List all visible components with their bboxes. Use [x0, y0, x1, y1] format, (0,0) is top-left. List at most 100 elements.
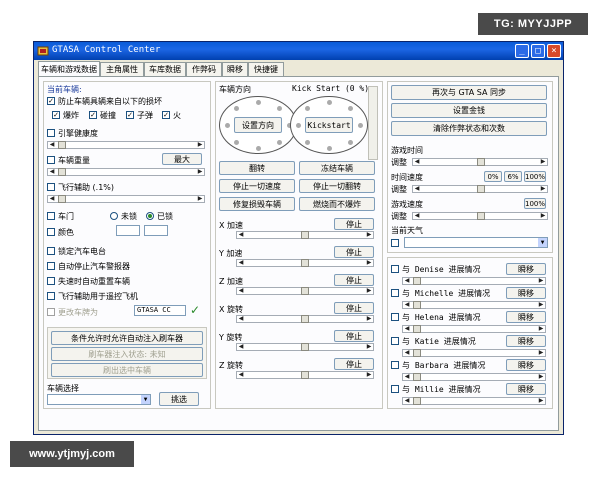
color-input-2[interactable] — [144, 225, 168, 236]
change-plate-checkbox[interactable] — [47, 308, 55, 316]
girlfriend-teleport-button-5[interactable]: 瞬移 — [506, 359, 546, 371]
close-button[interactable]: × — [547, 44, 561, 58]
tab-teleport[interactable]: 瞬移 — [222, 62, 248, 76]
flight-assist-remote-checkbox[interactable] — [47, 292, 55, 300]
color-checkbox[interactable] — [47, 228, 55, 236]
weather-dropdown[interactable]: ▼ — [404, 237, 548, 248]
time-speed-0-button[interactable]: 0% — [484, 171, 502, 182]
locked-radio[interactable] — [146, 212, 154, 220]
girlfriend-checkbox-4[interactable] — [391, 337, 399, 345]
kickstart-wheel[interactable]: Kickstart — [290, 96, 368, 154]
vehicle-weight-checkbox[interactable] — [47, 156, 55, 164]
fire-label: 火 — [173, 111, 181, 120]
collision-checkbox[interactable]: ✓ — [89, 111, 97, 119]
spawn-selected-button[interactable]: 刷出选中车辆 — [51, 363, 203, 377]
auto-stop-alarm-checkbox[interactable] — [47, 262, 55, 270]
x-accel-stop-button[interactable]: 停止 — [334, 218, 374, 230]
girlfriend-slider-1[interactable]: ◀ ▶ — [402, 277, 546, 285]
game-speed-adjust-label: 调整 — [391, 212, 407, 221]
direction-wheel[interactable]: 设置方向 — [219, 96, 297, 154]
game-speed-slider[interactable]: ◀ ▶ — [412, 212, 548, 220]
kickstart-button[interactable]: Kickstart — [305, 117, 353, 133]
girlfriend-checkbox-5[interactable] — [391, 361, 399, 369]
game-time-slider[interactable]: ◀ ▶ — [412, 158, 548, 166]
color-input-1[interactable] — [116, 225, 140, 236]
lock-radio-checkbox[interactable] — [47, 247, 55, 255]
time-speed-6-button[interactable]: 6% — [504, 171, 522, 182]
engine-health-slider[interactable]: ◀ ▶ — [47, 141, 205, 149]
watermark-top: TG: MYYJJPP — [478, 13, 588, 35]
clear-cheat-button[interactable]: 清除作弊状态和次数 — [391, 121, 547, 136]
maximize-button[interactable]: □ — [531, 44, 545, 58]
girlfriend-checkbox-1[interactable] — [391, 265, 399, 273]
sync-button[interactable]: 再次与 GTA SA 同步 — [391, 85, 547, 100]
fire-checkbox[interactable]: ✓ — [162, 111, 170, 119]
tab-cheats[interactable]: 作弊码 — [186, 62, 222, 76]
vehicle-weight-slider[interactable]: ◀ ▶ — [47, 168, 205, 176]
vehicle-group: 当前车辆: ✓ 防止车辆具辆来自以下的损坏 ✓ 爆炸 ✓ 碰撞 ✓ 子弹 ✓ 火… — [43, 81, 211, 409]
tab-hotkeys[interactable]: 快捷键 — [248, 62, 284, 76]
bullet-label: 子弹 — [137, 111, 153, 120]
tab-player[interactable]: 主角属性 — [100, 62, 144, 76]
vehicle-select-label: 车辆选择 — [47, 384, 79, 393]
girlfriend-slider-3[interactable]: ◀ ▶ — [402, 325, 546, 333]
girlfriend-checkbox-3[interactable] — [391, 313, 399, 321]
flight-assist-checkbox[interactable] — [47, 183, 55, 191]
stop-all-rotation-button[interactable]: 停止一切翻转 — [299, 179, 375, 193]
girlfriend-slider-4[interactable]: ◀ ▶ — [402, 349, 546, 357]
auto-inject-button[interactable]: 条件允许时允许自动注入刷车器 — [51, 331, 203, 345]
flip-button[interactable]: 翻转 — [219, 161, 295, 175]
injector-status: 刷车器注入状态: 未知 — [51, 347, 203, 361]
pick-button[interactable]: 挑选 — [159, 392, 199, 406]
explosion-checkbox[interactable]: ✓ — [52, 111, 60, 119]
set-direction-button[interactable]: 设置方向 — [234, 117, 282, 133]
girlfriend-teleport-button-1[interactable]: 瞬移 — [506, 263, 546, 275]
checkmark-icon[interactable]: ✓ — [190, 303, 204, 317]
y-rotate-slider[interactable]: ◀ ▶ — [236, 343, 374, 351]
set-money-button[interactable]: 设置金钱 — [391, 103, 547, 118]
max-weight-button[interactable]: 最大 — [162, 153, 202, 165]
plate-input[interactable]: GTASA CC — [134, 305, 186, 316]
x-rotate-slider[interactable]: ◀ ▶ — [236, 315, 374, 323]
time-speed-slider[interactable]: ◀ ▶ — [412, 185, 548, 193]
game-speed-100-button[interactable]: 100% — [524, 198, 546, 209]
title-bar[interactable]: GTASA Control Center _ □ × — [34, 42, 563, 60]
minimize-button[interactable]: _ — [515, 44, 529, 58]
freeze-vehicle-button[interactable]: 冻结车辆 — [299, 161, 375, 175]
y-accel-slider[interactable]: ◀ ▶ — [236, 259, 374, 267]
y-accel-stop-button[interactable]: 停止 — [334, 246, 374, 258]
girlfriend-teleport-button-6[interactable]: 瞬移 — [506, 383, 546, 395]
girlfriend-teleport-button-4[interactable]: 瞬移 — [506, 335, 546, 347]
girlfriend-checkbox-6[interactable] — [391, 385, 399, 393]
stop-all-speed-button[interactable]: 停止一切速度 — [219, 179, 295, 193]
girlfriend-checkbox-2[interactable] — [391, 289, 399, 297]
time-speed-100-button[interactable]: 100% — [524, 171, 546, 182]
z-rotate-stop-button[interactable]: 停止 — [334, 358, 374, 370]
prevent-damage-checkbox[interactable]: ✓ — [47, 97, 55, 105]
kick-start-scrollbar[interactable] — [368, 86, 378, 160]
y-rotate-stop-button[interactable]: 停止 — [334, 330, 374, 342]
z-accel-slider[interactable]: ◀ ▶ — [236, 287, 374, 295]
vehicle-weight-label: 车辆重量 — [58, 156, 90, 165]
vehicle-select-dropdown[interactable]: ▼ — [47, 394, 151, 405]
tab-vehicle-game[interactable]: 车辆和游戏数据 — [38, 61, 100, 77]
x-rotate-stop-button[interactable]: 停止 — [334, 302, 374, 314]
girlfriend-slider-2[interactable]: ◀ ▶ — [402, 301, 546, 309]
girlfriend-teleport-button-3[interactable]: 瞬移 — [506, 311, 546, 323]
x-accel-slider[interactable]: ◀ ▶ — [236, 231, 374, 239]
door-checkbox[interactable] — [47, 212, 55, 220]
z-rotate-slider[interactable]: ◀ ▶ — [236, 371, 374, 379]
bullet-checkbox[interactable]: ✓ — [126, 111, 134, 119]
flight-assist-slider[interactable]: ◀ ▶ — [47, 195, 205, 203]
unlocked-radio[interactable] — [110, 212, 118, 220]
weather-checkbox[interactable] — [391, 239, 399, 247]
burn-no-explode-button[interactable]: 燃烧而不爆炸 — [299, 197, 375, 211]
girlfriend-slider-6[interactable]: ◀ ▶ — [402, 397, 546, 405]
girlfriend-slider-5[interactable]: ◀ ▶ — [402, 373, 546, 381]
tab-garage[interactable]: 车库数据 — [144, 62, 186, 76]
girlfriend-teleport-button-2[interactable]: 瞬移 — [506, 287, 546, 299]
engine-health-checkbox[interactable] — [47, 129, 55, 137]
z-accel-stop-button[interactable]: 停止 — [334, 274, 374, 286]
auto-reset-vehicle-checkbox[interactable] — [47, 277, 55, 285]
repair-vehicle-button[interactable]: 修复损毁车辆 — [219, 197, 295, 211]
